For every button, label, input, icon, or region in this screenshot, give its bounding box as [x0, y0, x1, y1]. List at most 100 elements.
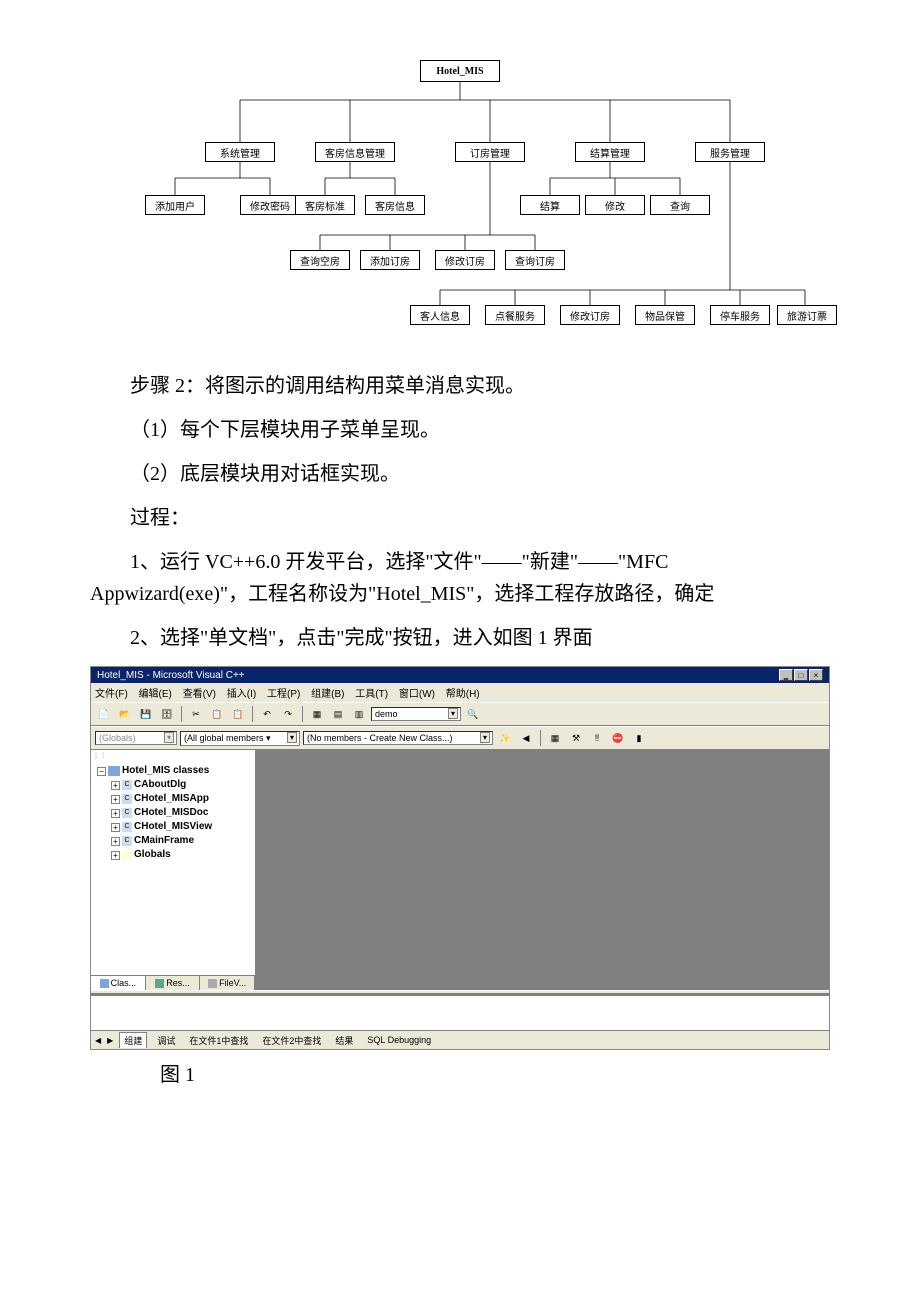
expand-icon[interactable]: −: [97, 767, 106, 776]
output-tab-sql[interactable]: SQL Debugging: [363, 1034, 435, 1046]
build-icon[interactable]: ‼: [588, 729, 606, 747]
classview-icon: [100, 979, 109, 988]
menu-build[interactable]: 组建(B): [311, 689, 344, 700]
workspace-icon[interactable]: ▦: [308, 705, 326, 723]
expand-icon[interactable]: +: [111, 795, 120, 804]
undo-icon[interactable]: ↶: [258, 705, 276, 723]
node-root: Hotel_MIS: [420, 60, 500, 82]
wizard-toolbar: (Globals) (All global members ▾ (No memb…: [91, 726, 829, 750]
find-combo[interactable]: demo: [371, 707, 461, 721]
node-park: 停车服务: [710, 305, 770, 325]
output-tab-find1[interactable]: 在文件1中查找: [185, 1033, 252, 1048]
output-tab-results[interactable]: 结果: [331, 1033, 357, 1048]
node-addbook: 添加订房: [360, 250, 420, 270]
tree-item-misdoc[interactable]: +CCHotel_MISDoc: [93, 806, 253, 820]
node-settle: 结算管理: [575, 142, 645, 162]
sidebar-tabs: Clas... Res... FileV...: [91, 975, 255, 990]
node-chpwd: 修改密码: [240, 195, 300, 215]
window-title-text: Hotel_MIS - Microsoft Visual C++: [97, 670, 779, 681]
stop-build-icon[interactable]: ⛔: [609, 729, 627, 747]
text-step2: 步骤 2：将图示的调用结构用菜单消息实现。: [90, 370, 830, 402]
node-modbook: 修改订房: [435, 250, 495, 270]
tree-item-mainframe[interactable]: +CCMainFrame: [93, 834, 253, 848]
nav-back-icon[interactable]: ◀: [517, 729, 535, 747]
node-guest: 客人信息: [410, 305, 470, 325]
text-sub1: （1）每个下层模块用子菜单呈现。: [90, 414, 830, 446]
class-combo[interactable]: (Globals): [95, 731, 177, 745]
tab-classview[interactable]: Clas...: [91, 976, 146, 990]
paste-icon[interactable]: 📋: [229, 705, 247, 723]
menu-view[interactable]: 查看(V): [183, 689, 216, 700]
tree-item-globals[interactable]: +Globals: [93, 848, 253, 862]
menu-window[interactable]: 窗口(W): [399, 689, 435, 700]
expand-icon[interactable]: +: [111, 823, 120, 832]
create-class-combo[interactable]: (No members - Create New Class...): [303, 731, 493, 745]
redo-icon[interactable]: ↷: [279, 705, 297, 723]
scroll-left-icon[interactable]: ◀: [95, 1036, 101, 1045]
expand-icon[interactable]: +: [111, 851, 120, 860]
expand-icon[interactable]: +: [111, 809, 120, 818]
scroll-right-icon[interactable]: ▶: [107, 1036, 113, 1045]
output-tab-build[interactable]: 组建: [119, 1032, 147, 1048]
tree-root-label: Hotel_MIS classes: [122, 764, 209, 778]
node-qbook: 查询订房: [505, 250, 565, 270]
new-file-icon[interactable]: 📄: [95, 705, 113, 723]
node-meal: 点餐服务: [485, 305, 545, 325]
node-room: 客房信息管理: [315, 142, 395, 162]
tab-resourceview[interactable]: Res...: [146, 976, 201, 990]
node-settle-query: 查询: [650, 195, 710, 215]
figure-caption-1: 图 1: [160, 1058, 830, 1087]
expand-icon[interactable]: +: [111, 837, 120, 846]
window-list-icon[interactable]: ▥: [350, 705, 368, 723]
find-icon[interactable]: 🔍: [464, 705, 482, 723]
tree-item-aboutdlg[interactable]: +CCAboutDlg: [93, 778, 253, 792]
menu-tools[interactable]: 工具(T): [355, 689, 388, 700]
output-tabs: ◀ ▶ 组建 调试 在文件1中查找 在文件2中查找 结果 SQL Debuggi…: [91, 1030, 829, 1049]
node-settle-do: 结算: [520, 195, 580, 215]
node-modbook2: 修改订房: [560, 305, 620, 325]
node-settle-mod: 修改: [585, 195, 645, 215]
menu-help[interactable]: 帮助(H): [446, 689, 480, 700]
node-tour: 旅游订票: [777, 305, 837, 325]
menu-edit[interactable]: 编辑(E): [139, 689, 172, 700]
minimize-button[interactable]: ‗: [779, 669, 793, 681]
maximize-button[interactable]: □: [794, 669, 808, 681]
window-titlebar: Hotel_MIS - Microsoft Visual C++ ‗ □ ×: [91, 667, 829, 683]
close-button[interactable]: ×: [809, 669, 823, 681]
compile-icon[interactable]: ⚒: [567, 729, 585, 747]
node-sys: 系统管理: [205, 142, 275, 162]
hierarchy-diagram: Hotel_MIS 系统管理 客房信息管理 订房管理 结算管理 服务管理 添加用…: [90, 60, 830, 350]
menu-file[interactable]: 文件(F): [95, 689, 128, 700]
copy-icon[interactable]: 📋: [208, 705, 226, 723]
cut-icon[interactable]: ✂: [187, 705, 205, 723]
tile-icon[interactable]: ▦: [546, 729, 564, 747]
folder-icon: [108, 766, 120, 776]
save-icon[interactable]: 💾: [137, 705, 155, 723]
menu-insert[interactable]: 插入(I): [227, 689, 256, 700]
class-icon: C: [122, 836, 132, 846]
wand-icon[interactable]: ✨: [496, 729, 514, 747]
execute-icon[interactable]: ▮: [630, 729, 648, 747]
output-tab-debug[interactable]: 调试: [153, 1033, 179, 1048]
node-adduser: 添加用户: [145, 195, 205, 215]
menu-project[interactable]: 工程(P): [267, 689, 300, 700]
expand-icon[interactable]: +: [111, 781, 120, 790]
mdi-client-area: [256, 750, 829, 990]
output-icon[interactable]: ▤: [329, 705, 347, 723]
globals-icon: [122, 850, 132, 860]
tree-item-misapp[interactable]: +CCHotel_MISApp: [93, 792, 253, 806]
node-qempty: 查询空房: [290, 250, 350, 270]
class-icon: C: [122, 780, 132, 790]
tree-root-item[interactable]: − Hotel_MIS classes: [93, 764, 253, 778]
text-process: 过程：: [90, 502, 830, 534]
class-icon: C: [122, 794, 132, 804]
save-all-icon[interactable]: 🗄: [158, 705, 176, 723]
tab-fileview[interactable]: FileV...: [200, 976, 255, 990]
tree-item-misview[interactable]: +CCHotel_MISView: [93, 820, 253, 834]
output-tab-find2[interactable]: 在文件2中查找: [258, 1033, 325, 1048]
standard-toolbar: 📄 📂 💾 🗄 ✂ 📋 📋 ↶ ↷ ▦ ▤ ▥ demo 🔍: [91, 702, 829, 726]
open-file-icon[interactable]: 📂: [116, 705, 134, 723]
text-p1: 1、运行 VC++6.0 开发平台，选择"文件"——"新建"——"MFC App…: [90, 546, 830, 610]
output-pane: [91, 994, 829, 1030]
members-combo[interactable]: (All global members ▾: [180, 731, 300, 746]
